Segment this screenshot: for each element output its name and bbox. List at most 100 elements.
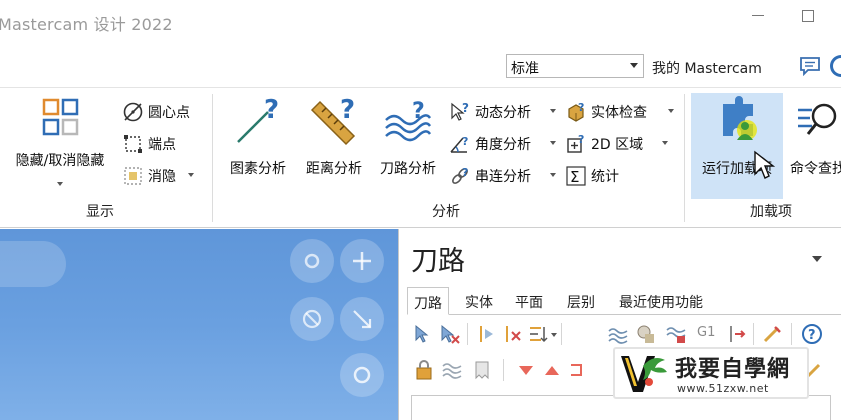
tab-levels[interactable]: 层别 [561, 287, 601, 315]
angle-analysis-button[interactable]: ? 角度分析 [449, 132, 559, 154]
toolbar-separator [561, 323, 562, 345]
svg-text:?: ? [462, 101, 469, 115]
chain-analysis-label: 串连分析 [475, 169, 531, 185]
style-select[interactable]: 标准 [506, 54, 644, 78]
angle-analysis-icon: ? [450, 135, 468, 153]
blank-button[interactable]: 消隐 [122, 164, 212, 186]
move-down-icon[interactable] [515, 359, 537, 381]
angle-analysis-label: 角度分析 [475, 137, 531, 153]
chain-analysis-button[interactable]: ? 串连分析 [449, 164, 559, 186]
chevron-down-icon [662, 141, 668, 145]
lock-icon[interactable] [413, 359, 435, 381]
dynamic-analysis-button[interactable]: ? 动态分析 [449, 100, 559, 122]
sigma-icon: Σ [566, 166, 586, 186]
chevron-down-icon [550, 109, 556, 113]
group-label-analyze: 分析 [432, 204, 460, 220]
site-watermark: 我要自學網 www.51zxw.net [613, 347, 809, 399]
ribbon: 隐藏/取消隐藏 圆心点 端点 消隐 显示 ? 图素分析 ? 距离分析 ? 刀路分… [0, 88, 841, 228]
plus-icon [353, 252, 371, 270]
view-gnomon-button[interactable] [290, 239, 334, 283]
panel-tabs: 刀路 实体 平面 层别 最近使用功能 [407, 287, 841, 315]
regenerate-dirty-icon[interactable] [501, 323, 523, 345]
group-separator [212, 94, 213, 222]
tab-recent-functions[interactable]: 最近使用功能 [613, 287, 709, 315]
svg-text:?: ? [264, 96, 279, 125]
center-point-button[interactable]: 圆心点 [122, 100, 212, 122]
group-label-addins: 加载项 [750, 204, 792, 220]
center-point-icon [123, 102, 143, 122]
center-point-label: 圆心点 [148, 105, 190, 121]
help-icon[interactable] [829, 54, 841, 78]
toolbar-separator [753, 323, 754, 345]
prohibit-icon [302, 309, 322, 329]
tab-toolpaths[interactable]: 刀路 [407, 287, 449, 315]
tab-solids[interactable]: 实体 [459, 287, 499, 315]
statistics-label: 统计 [591, 169, 619, 185]
insert-arrow-icon[interactable] [567, 359, 589, 381]
help-icon[interactable]: ? [801, 323, 823, 345]
backplot-icon[interactable] [665, 323, 687, 345]
mouse-cursor-icon [754, 150, 775, 179]
fit-view-button[interactable] [340, 297, 384, 341]
title-bar: Mastercam 设计 2022 [0, 0, 841, 42]
chevron-down-icon [550, 173, 556, 177]
statistics-button[interactable]: Σ 统计 [565, 164, 645, 186]
chevron-down-icon[interactable] [812, 256, 822, 262]
command-finder-label: 命令查找 [790, 161, 841, 177]
minimize-button[interactable] [740, 2, 776, 32]
cancel-view-button[interactable] [290, 297, 334, 341]
area-2d-button[interactable]: ? 2D 区域 [565, 132, 677, 154]
hide-unhide-button[interactable]: 隐藏/取消隐藏 [4, 94, 116, 194]
move-up-icon[interactable] [541, 359, 563, 381]
my-mastercam-link[interactable]: 我的 Mastercam [652, 58, 762, 78]
tab-planes[interactable]: 平面 [509, 287, 549, 315]
endpoint-button[interactable]: 端点 [122, 132, 212, 154]
toolbar-separator [467, 323, 468, 345]
distance-analysis-button[interactable]: ? 距离分析 [296, 94, 372, 194]
sort-operations-icon[interactable] [527, 323, 549, 345]
post-g1-button[interactable]: G1 [697, 325, 721, 347]
maximize-button[interactable] [790, 2, 826, 32]
command-finder-button[interactable]: 命令查找 [786, 94, 841, 194]
hide-unhide-label: 隐藏/取消隐藏 [15, 153, 105, 169]
solid-check-button[interactable]: ? 实体检查 [565, 100, 677, 122]
entity-analysis-label: 图素分析 [230, 161, 286, 177]
command-finder-icon [798, 103, 837, 135]
chevron-down-icon[interactable] [551, 333, 557, 337]
simulator-icon[interactable] [725, 323, 747, 345]
highfeed-icon[interactable] [761, 323, 783, 345]
blank-label: 消隐 [148, 169, 176, 185]
style-select-value: 标准 [511, 61, 539, 77]
endpoint-icon [124, 135, 142, 153]
solid-check-icon: ? [568, 101, 584, 122]
toolpath-analysis-button[interactable]: ? 刀路分析 [372, 94, 444, 194]
entity-analysis-icon: ? [237, 96, 279, 143]
arrow-diagonal-icon [353, 310, 372, 329]
verify-icon[interactable] [635, 323, 657, 345]
app-title: Mastercam 设计 2022 [0, 15, 173, 34]
watermark-logo-icon [621, 356, 667, 392]
zoom-in-button[interactable] [340, 239, 384, 283]
dynamic-analysis-icon: ? [451, 101, 469, 121]
post-toggle-icon[interactable] [471, 359, 493, 381]
toolbar-separator [791, 323, 792, 345]
graphics-viewport[interactable] [0, 229, 398, 420]
select-failed-operations-icon[interactable] [439, 323, 461, 345]
viewport-overlay-pill [0, 241, 66, 287]
entity-analysis-button[interactable]: ? 图素分析 [220, 94, 296, 194]
regenerate-selected-icon[interactable] [475, 323, 497, 345]
group-separator [684, 94, 685, 222]
select-all-operations-icon[interactable] [413, 323, 435, 345]
comment-icon[interactable] [799, 56, 821, 76]
chevron-down-icon [668, 109, 674, 113]
run-addin-button[interactable]: 运行加载项 [691, 94, 783, 194]
endpoint-label: 端点 [148, 137, 176, 153]
toggle-display-icon[interactable] [441, 359, 463, 381]
svg-text:?: ? [340, 96, 355, 125]
hide-unhide-icon [42, 98, 79, 136]
toolpath-waves-icon[interactable] [607, 323, 629, 345]
rotate-view-button[interactable] [340, 353, 384, 397]
area-2d-label: 2D 区域 [591, 137, 644, 153]
area-2d-icon: ? [567, 133, 584, 153]
toolpath-analysis-label: 刀路分析 [380, 161, 436, 177]
